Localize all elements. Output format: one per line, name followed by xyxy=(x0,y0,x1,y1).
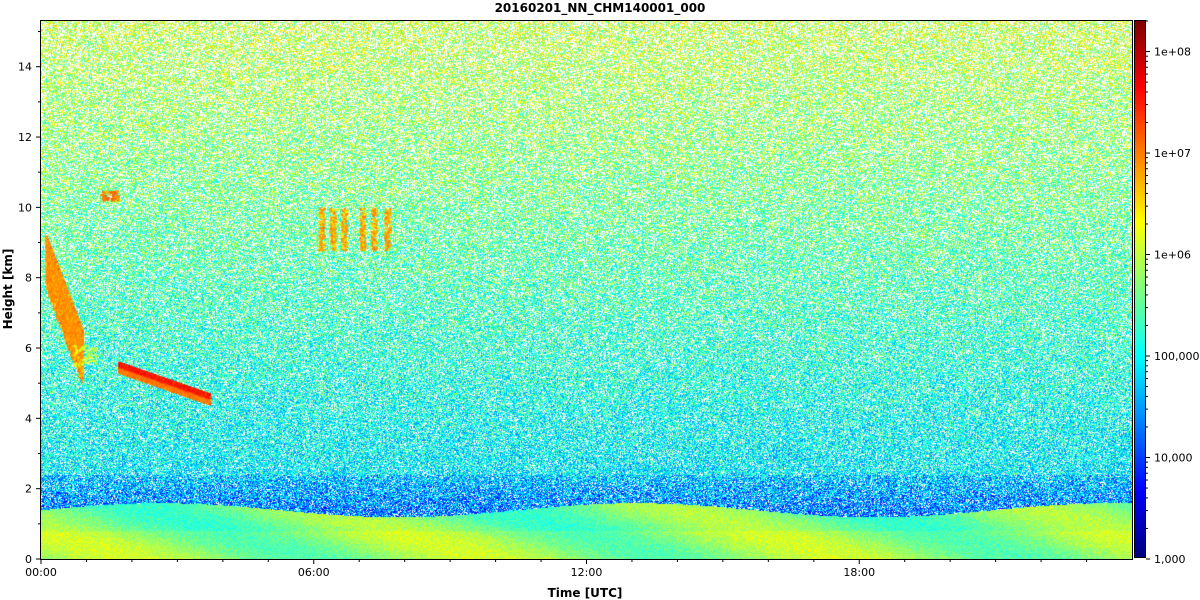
y-axis-title: Height [km] xyxy=(1,249,15,330)
colorbar-tick-label: 1e+07 xyxy=(1154,147,1191,160)
y-tick-label: 12 xyxy=(18,131,32,144)
colorbar-tick-label: 1e+06 xyxy=(1154,249,1191,262)
y-tick-label: 0 xyxy=(25,553,32,566)
x-tick-label: 18:00 xyxy=(843,566,875,579)
y-tick-label: 8 xyxy=(25,272,32,285)
chart-axes: Time [UTC] Height [km] 00:00 06:00 12:00 18… xyxy=(1,20,1200,600)
y-tick-label: 14 xyxy=(18,61,32,74)
x-tick-label: 12:00 xyxy=(571,566,603,579)
colorbar-tick-label: 1,000 xyxy=(1154,553,1186,566)
y-tick-label: 10 xyxy=(18,201,32,214)
y-tick-label: 2 xyxy=(25,483,32,496)
x-tick-label: 00:00 xyxy=(25,566,57,579)
x-tick-label: 06:00 xyxy=(298,566,330,579)
y-tick-label: 4 xyxy=(25,412,32,425)
x-axis-title: Time [UTC] xyxy=(548,586,623,600)
colorbar-tick-label: 1e+08 xyxy=(1154,46,1191,59)
colorbar-tick-label: 10,000 xyxy=(1154,452,1193,465)
colorbar-tick-label: 100,000 xyxy=(1154,350,1200,363)
y-tick-label: 6 xyxy=(25,342,32,355)
